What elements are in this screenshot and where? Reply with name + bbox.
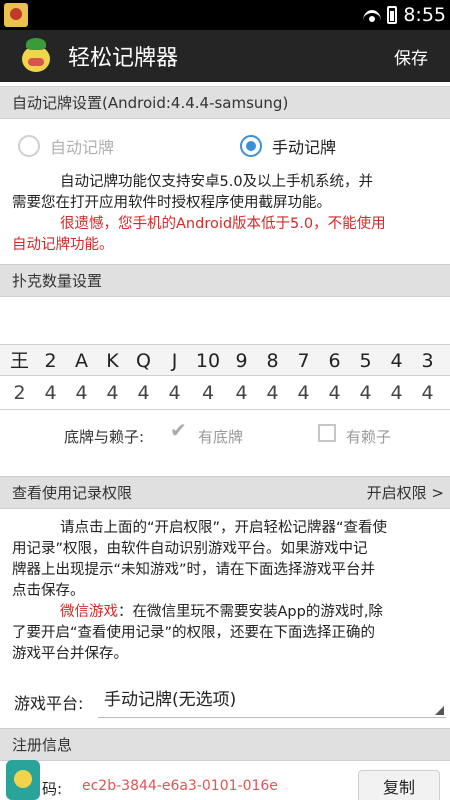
registration-section-header: 注册信息 [0, 728, 450, 761]
app-logo-icon [18, 38, 54, 74]
app-title: 轻松记牌器 [68, 46, 179, 71]
checkbox-has-wild[interactable] [318, 424, 336, 442]
info-line: 用记录”权限，由软件自动识别游戏平台。如果游戏中记 [12, 541, 368, 557]
card-count-input[interactable]: 4 [128, 376, 159, 410]
card-count-input[interactable]: 4 [97, 376, 128, 410]
platform-label: 游戏平台: [14, 694, 84, 713]
radio-auto-label: 自动记牌 [50, 138, 115, 157]
card-rank: 8 [266, 350, 279, 372]
warning-line: 很遗憾，您手机的Android版本低于5.0，不能使用 [60, 216, 386, 232]
auto-record-section-header: 自动记牌设置(Android:4.4.4-samsung) [0, 86, 450, 119]
poker-quantity-section-header: 扑克数量设置 [0, 264, 450, 297]
info-line: 需要您在打开应用软件时授权程序使用截屏功能。 [12, 195, 331, 211]
registration-code-value: ec2b-3844-e6a3-0101-016e [82, 778, 278, 794]
radio-checked-icon [240, 135, 262, 157]
registration-code-label: 码: [42, 780, 63, 798]
info-line: 自动记牌功能仅支持安卓5.0及以上手机系统，并 [60, 174, 374, 190]
battery-icon [387, 6, 398, 24]
card-rank: 5 [359, 350, 372, 372]
info-line: 牌器上出现提示“未知游戏”时，请在下面选择游戏平台并 [12, 562, 376, 578]
card-count-input[interactable]: 4 [288, 376, 319, 410]
usage-permission-info: 请点击上面的“开启权限”，开启轻松记牌器“查看使 用记录”权限，由软件自动识别游… [12, 518, 444, 665]
info-line: 微信游戏：在微信里玩不需要安装App的游戏时,除 [12, 602, 444, 623]
platform-selected-value: 手动记牌(无选项) [104, 690, 237, 710]
card-rank: A [75, 350, 88, 372]
copy-button[interactable]: 复制 [358, 770, 440, 800]
has-wild-label: 有赖子 [346, 428, 392, 446]
usage-permission-section-header: 查看使用记录权限 开启权限 > [0, 476, 450, 509]
floating-app-icon[interactable] [6, 760, 40, 800]
card-rank: 6 [328, 350, 341, 372]
card-rank: K [106, 350, 119, 372]
card-count-input[interactable]: 4 [381, 376, 412, 410]
warning-line: 自动记牌功能。 [12, 237, 114, 253]
registration-row: 码: ec2b-3844-e6a3-0101-016e 复制 [0, 762, 450, 800]
bottom-wild-options: 底牌与赖子: ✔ 有底牌 有赖子 [0, 418, 450, 450]
card-rank: J [171, 350, 178, 372]
card-count-input[interactable]: 4 [66, 376, 97, 410]
radio-manual-record[interactable]: 手动记牌 [240, 134, 336, 158]
checkbox-has-bottom[interactable]: ✔ [170, 418, 187, 442]
card-rank: 3 [421, 350, 434, 372]
open-permission-link[interactable]: 开启权限 > [367, 477, 444, 509]
save-button[interactable]: 保存 [394, 44, 428, 69]
status-right: 8:55 [363, 0, 446, 30]
card-count-input[interactable]: 2 [4, 376, 35, 410]
card-rank: 王 [9, 350, 29, 372]
card-rank: 4 [390, 350, 403, 372]
card-count-input[interactable]: 4 [412, 376, 443, 410]
radio-unchecked-icon [18, 135, 40, 157]
card-count-row: 2 4 4 4 4 4 4 4 4 4 4 4 4 4 [0, 376, 450, 410]
card-rank-row: 王 2 A K Q J 10 9 8 7 6 5 4 3 [0, 344, 450, 376]
record-mode-radio-group: 自动记牌 手动记牌 [0, 130, 450, 164]
card-rank: Q [136, 350, 151, 372]
status-time: 8:55 [403, 4, 446, 26]
radio-auto-record[interactable]: 自动记牌 [18, 134, 114, 158]
has-bottom-label: 有底牌 [198, 428, 244, 446]
card-rank: 2 [44, 350, 57, 372]
usage-permission-title: 查看使用记录权限 [12, 484, 133, 502]
action-bar: 轻松记牌器 保存 [0, 30, 450, 82]
info-line: 点击保存。 [12, 583, 85, 599]
card-count-input[interactable]: 4 [190, 376, 226, 410]
card-rank: 7 [297, 350, 310, 372]
auto-record-info: 自动记牌功能仅支持安卓5.0及以上手机系统，并 需要您在打开应用软件时授权程序使… [12, 172, 444, 256]
info-line: 了要开启“查看使用记录”的权限，还要在下面选择正确的 [12, 625, 376, 641]
card-count-input[interactable]: 4 [257, 376, 288, 410]
bottom-wild-label: 底牌与赖子: [64, 428, 145, 446]
card-count-input[interactable]: 4 [350, 376, 381, 410]
dropdown-triangle-icon [435, 706, 444, 715]
info-line: 请点击上面的“开启权限”，开启轻松记牌器“查看使 [60, 520, 388, 536]
card-count-input[interactable]: 4 [319, 376, 350, 410]
wifi-icon [363, 8, 381, 22]
card-count-input[interactable]: 4 [159, 376, 190, 410]
card-count-input[interactable]: 4 [35, 376, 66, 410]
notification-app-icon [4, 3, 28, 27]
wechat-game-text: ：在微信里玩不需要安装App的游戏时,除 [118, 604, 383, 620]
card-rank: 10 [195, 350, 221, 372]
status-bar: 8:55 [0, 0, 450, 30]
wechat-game-label: 微信游戏 [60, 604, 118, 620]
info-line: 游戏平台并保存。 [12, 646, 128, 662]
card-rank: 9 [235, 350, 248, 372]
radio-manual-label: 手动记牌 [272, 138, 337, 157]
platform-select[interactable]: 手动记牌(无选项) [98, 684, 446, 718]
card-count-input[interactable]: 4 [226, 376, 257, 410]
